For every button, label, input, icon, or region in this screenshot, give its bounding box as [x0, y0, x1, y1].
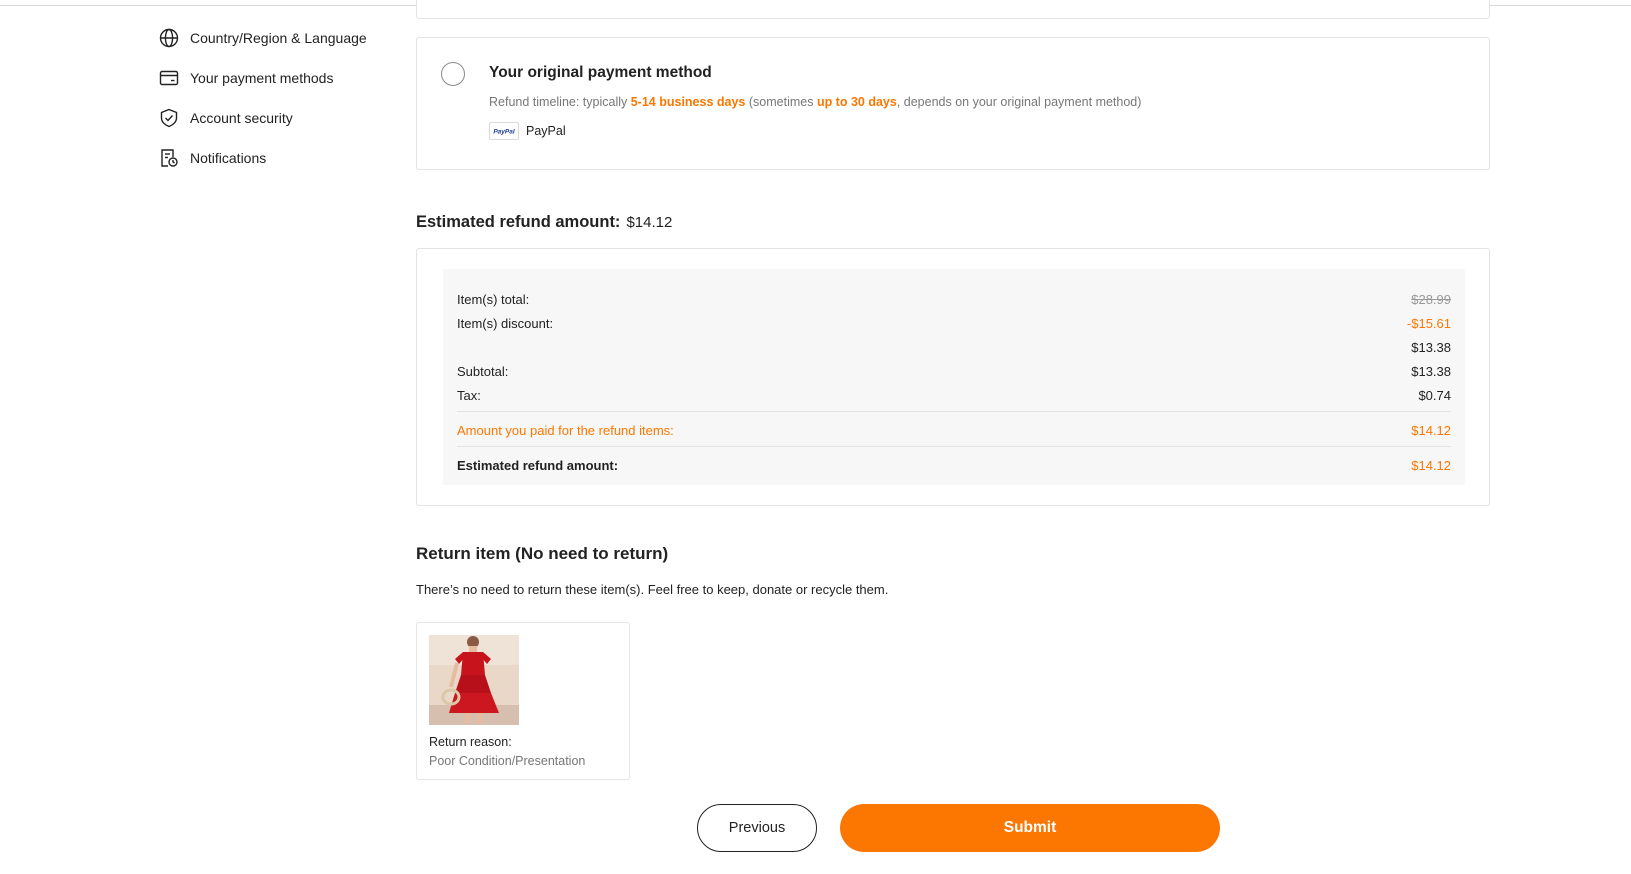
summary-row-tax: Tax: $0.74 — [457, 388, 1451, 403]
svg-text:PayPal: PayPal — [493, 129, 515, 136]
summary-value: $14.12 — [1411, 458, 1451, 473]
summary-label: Item(s) total: — [457, 292, 530, 307]
summary-divider — [457, 411, 1451, 412]
return-item-description: There’s no need to return these item(s).… — [416, 582, 889, 597]
shield-check-icon — [158, 107, 180, 129]
payment-method-title: Your original payment method — [489, 64, 712, 81]
payment-method-radio[interactable] — [441, 62, 465, 86]
account-sidebar: Country/Region & Language Your payment m… — [158, 18, 398, 178]
timeline-text: Refund timeline: typically — [489, 95, 631, 109]
sidebar-item-country-region-language[interactable]: Country/Region & Language — [158, 18, 398, 58]
notification-doc-icon — [158, 147, 180, 169]
summary-divider — [457, 446, 1451, 447]
summary-value: $13.38 — [1411, 340, 1451, 355]
estimated-refund-heading: Estimated refund amount: $14.12 — [416, 213, 672, 232]
summary-label: Subtotal: — [457, 364, 509, 379]
timeline-text: (sometimes — [745, 95, 817, 109]
refund-summary-panel: Item(s) total: $28.99 Item(s) discount: … — [443, 269, 1465, 485]
globe-icon — [158, 27, 180, 49]
return-item-card: Return reason: Poor Condition/Presentati… — [416, 622, 630, 780]
submit-button[interactable]: Submit — [840, 804, 1220, 852]
summary-value: $28.99 — [1411, 292, 1451, 307]
sidebar-item-label: Notifications — [190, 150, 267, 166]
sidebar-item-label: Country/Region & Language — [190, 30, 367, 46]
previous-option-card — [416, 0, 1490, 19]
return-item-heading: Return item (No need to return) — [416, 544, 669, 563]
summary-label: Tax: — [457, 388, 481, 403]
summary-label: Amount you paid for the refund items: — [457, 423, 674, 438]
summary-row-amount-paid: Amount you paid for the refund items: $1… — [457, 423, 1451, 438]
estimated-refund-label: Estimated refund amount: — [416, 213, 621, 231]
summary-row-items-discount: Item(s) discount: -$15.61 — [457, 316, 1451, 331]
previous-button[interactable]: Previous — [697, 804, 817, 852]
estimated-refund-amount: $14.12 — [626, 214, 673, 231]
summary-value: -$15.61 — [1406, 316, 1451, 331]
summary-row-subtotal: Subtotal: $13.38 — [457, 364, 1451, 379]
timeline-text: , depends on your original payment metho… — [896, 95, 1142, 109]
summary-row-items-total: Item(s) total: $28.99 — [457, 292, 1451, 307]
sidebar-item-notifications[interactable]: Notifications — [158, 138, 398, 178]
summary-row-net-items: $13.38 — [457, 340, 1451, 355]
summary-value: $14.12 — [1411, 423, 1451, 438]
payment-method-row: PayPal PayPal — [489, 122, 566, 140]
return-reason-label: Return reason: — [429, 735, 512, 749]
refund-timeline: Refund timeline: typically 5-14 business… — [489, 95, 1141, 109]
payment-method-name: PayPal — [526, 124, 566, 138]
summary-label: Item(s) discount: — [457, 316, 554, 331]
paypal-logo-icon: PayPal — [489, 122, 519, 140]
sidebar-item-payment-methods[interactable]: Your payment methods — [158, 58, 398, 98]
payment-method-option[interactable]: Your original payment method Refund time… — [416, 37, 1490, 170]
summary-value: $13.38 — [1411, 364, 1451, 379]
sidebar-item-label: Your payment methods — [190, 70, 334, 86]
refund-summary-card: Item(s) total: $28.99 Item(s) discount: … — [416, 248, 1490, 506]
timeline-highlight-days: 5-14 business days — [630, 95, 746, 109]
sidebar-item-account-security[interactable]: Account security — [158, 98, 398, 138]
summary-value: $0.74 — [1418, 388, 1451, 403]
product-thumbnail — [429, 635, 519, 725]
summary-label: Estimated refund amount: — [457, 458, 619, 473]
timeline-highlight-max: up to 30 days — [816, 95, 897, 109]
sidebar-item-label: Account security — [190, 110, 293, 126]
credit-card-icon — [158, 67, 180, 89]
summary-row-estimated-refund: Estimated refund amount: $14.12 — [457, 458, 1451, 473]
return-reason-value: Poor Condition/Presentation — [429, 754, 586, 768]
